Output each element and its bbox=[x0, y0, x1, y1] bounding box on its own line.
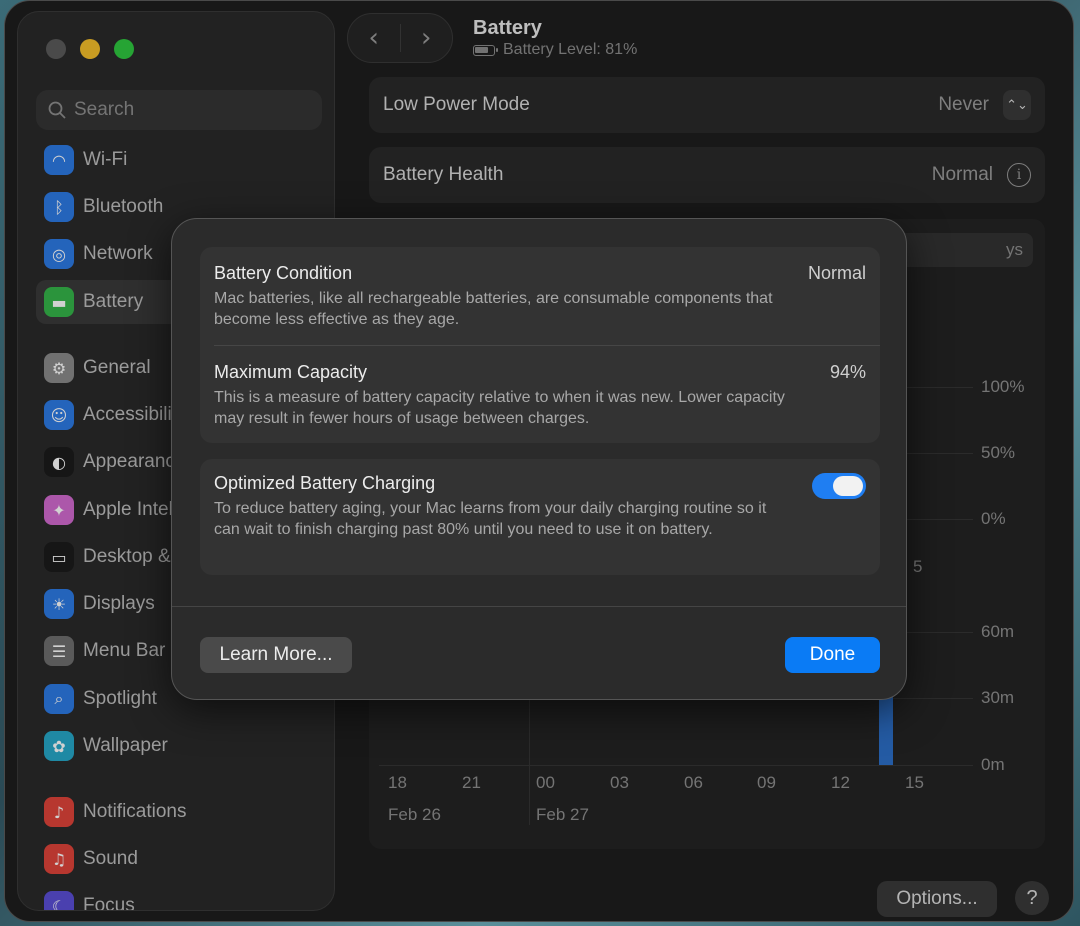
divider bbox=[214, 345, 880, 346]
maximum-capacity-item: Maximum Capacity 94% This is a measure o… bbox=[214, 362, 866, 429]
battery-info-group: Battery Condition Normal Mac batteries, … bbox=[200, 247, 880, 443]
optimized-charging-item: Optimized Battery Charging To reduce bat… bbox=[214, 473, 866, 540]
optimized-charging-toggle[interactable] bbox=[812, 473, 866, 499]
optimized-charging-desc: To reduce battery aging, your Mac learns… bbox=[214, 500, 767, 538]
battery-condition-title: Battery Condition bbox=[214, 263, 353, 283]
battery-health-sheet: Battery Condition Normal Mac batteries, … bbox=[171, 218, 907, 700]
optimized-charging-group: Optimized Battery Charging To reduce bat… bbox=[200, 459, 880, 575]
maximum-capacity-title: Maximum Capacity bbox=[214, 362, 368, 382]
battery-condition-item: Battery Condition Normal Mac batteries, … bbox=[214, 263, 866, 330]
learn-more-button[interactable]: Learn More... bbox=[200, 637, 352, 673]
done-button[interactable]: Done bbox=[785, 637, 880, 673]
sheet-divider bbox=[172, 606, 906, 607]
battery-condition-value: Normal bbox=[807, 263, 866, 283]
battery-condition-desc: Mac batteries, like all rechargeable bat… bbox=[214, 290, 773, 328]
optimized-charging-title: Optimized Battery Charging bbox=[214, 473, 436, 493]
toggle-knob bbox=[833, 476, 863, 496]
maximum-capacity-desc: This is a measure of battery capacity re… bbox=[214, 389, 785, 427]
maximum-capacity-value: 94% bbox=[829, 362, 866, 382]
